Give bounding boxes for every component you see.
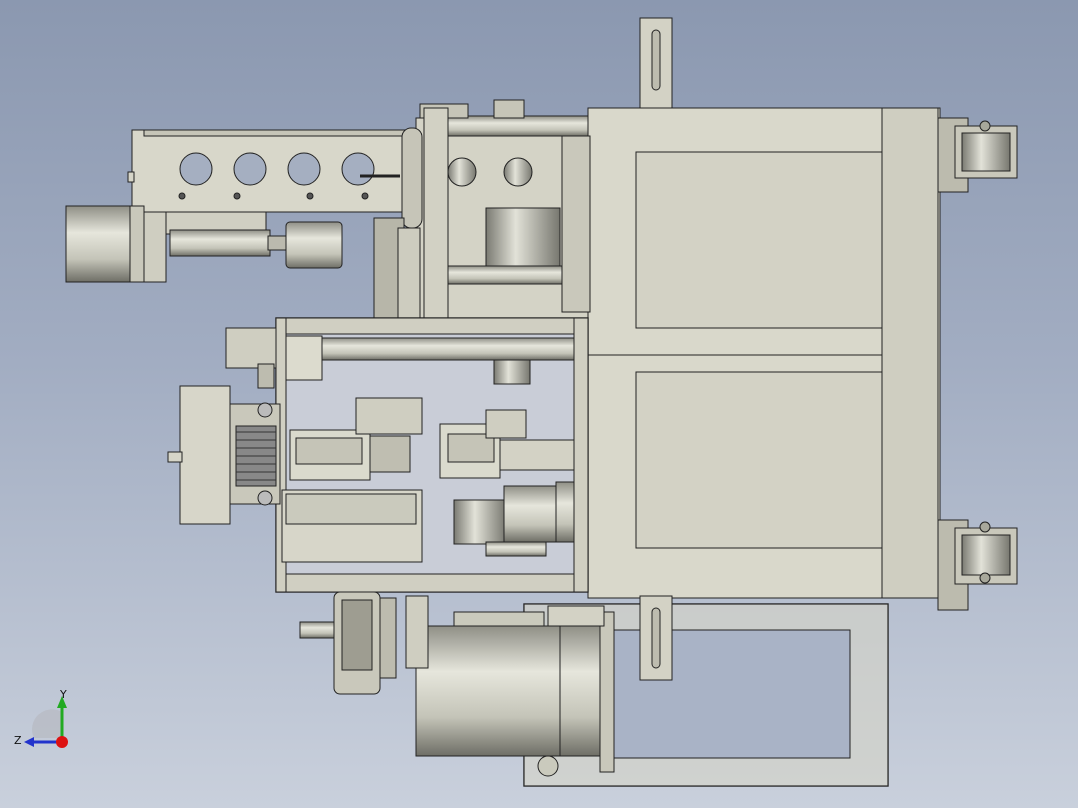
assembly-model[interactable] bbox=[0, 0, 1078, 808]
model-geometry bbox=[65, 17, 1018, 787]
triad-z-label: Z bbox=[14, 734, 22, 747]
drum-motor bbox=[415, 605, 615, 777]
caster-top bbox=[937, 117, 1018, 193]
spindle-motor-module bbox=[167, 327, 281, 525]
upper-arm-beam bbox=[127, 129, 417, 283]
graphics-viewport[interactable]: Y Z bbox=[0, 0, 1078, 808]
coordinate-triad: Y Z bbox=[10, 684, 80, 754]
top-mount-bracket bbox=[639, 17, 673, 111]
triad-y-label: Y bbox=[60, 688, 67, 701]
caster-bottom bbox=[937, 519, 1018, 611]
bottom-gear-motor bbox=[299, 591, 429, 695]
main-housing bbox=[587, 107, 941, 599]
triad-origin-icon bbox=[56, 736, 68, 748]
